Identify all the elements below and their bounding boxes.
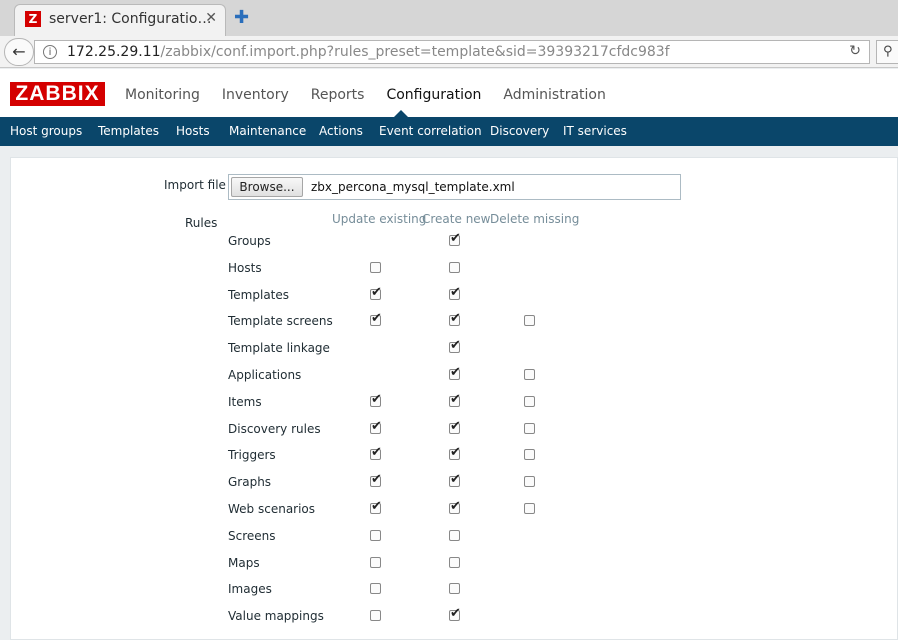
- browser-tab-strip: Z server1: Configuratio… ✕ ✚: [0, 0, 898, 36]
- rule-delete-checkbox[interactable]: [524, 369, 535, 380]
- submenu-templates[interactable]: Templates: [98, 124, 159, 138]
- browse-button[interactable]: Browse...: [231, 177, 303, 197]
- rule-label: Items: [228, 395, 262, 409]
- rule-delete-checkbox[interactable]: [524, 423, 535, 434]
- search-icon[interactable]: ⚲: [876, 40, 898, 64]
- rule-label: Images: [228, 582, 272, 596]
- rule-update-checkbox[interactable]: [370, 419, 382, 434]
- rule-update-checkbox[interactable]: [370, 262, 381, 273]
- rule-label: Maps: [228, 556, 260, 570]
- menu-administration[interactable]: Administration: [503, 87, 605, 103]
- menu-monitoring[interactable]: Monitoring: [125, 87, 200, 103]
- rule-update-checkbox[interactable]: [370, 583, 381, 594]
- submenu-event-correlation[interactable]: Event correlation: [379, 124, 482, 138]
- column-update-existing: Update existing: [332, 212, 427, 226]
- rule-label: Screens: [228, 529, 276, 543]
- rule-update-checkbox[interactable]: [370, 557, 381, 568]
- rule-create-checkbox[interactable]: [449, 472, 461, 487]
- rule-update-checkbox[interactable]: [370, 392, 382, 407]
- rule-create-checkbox[interactable]: [449, 392, 461, 407]
- rule-update-checkbox[interactable]: [370, 499, 382, 514]
- url-bar[interactable]: i 172.25.29.11/zabbix/conf.import.php?ru…: [34, 40, 870, 64]
- rule-create-checkbox[interactable]: [449, 231, 461, 246]
- rule-update-checkbox[interactable]: [370, 285, 382, 300]
- rule-label: Value mappings: [228, 609, 324, 623]
- import-file-label: Import file: [164, 178, 226, 192]
- rule-create-checkbox[interactable]: [449, 262, 460, 273]
- rule-label: Triggers: [228, 448, 276, 462]
- rule-delete-checkbox[interactable]: [524, 315, 535, 326]
- import-file-field[interactable]: Browse... zbx_percona_mysql_template.xml: [228, 174, 681, 200]
- rule-update-checkbox[interactable]: [370, 472, 382, 487]
- new-tab-icon[interactable]: ✚: [234, 7, 249, 28]
- rule-update-checkbox[interactable]: [370, 445, 382, 460]
- rule-label: Templates: [228, 288, 290, 302]
- rule-create-checkbox[interactable]: [449, 445, 461, 460]
- rule-create-checkbox[interactable]: [449, 338, 461, 353]
- submenu-it-services[interactable]: IT services: [563, 124, 627, 138]
- rule-delete-checkbox[interactable]: [524, 449, 535, 460]
- rule-delete-checkbox[interactable]: [524, 396, 535, 407]
- info-icon[interactable]: i: [43, 45, 57, 59]
- column-create-new: Create new: [422, 212, 491, 226]
- rule-create-checkbox[interactable]: [449, 285, 461, 300]
- rule-label: Template linkage: [228, 341, 330, 355]
- rule-update-checkbox[interactable]: [370, 610, 381, 621]
- file-name: zbx_percona_mysql_template.xml: [311, 180, 515, 194]
- rule-create-checkbox[interactable]: [449, 365, 461, 380]
- rule-label: Discovery rules: [228, 422, 321, 436]
- browser-tab[interactable]: Z server1: Configuratio… ✕: [14, 4, 226, 36]
- tab-title: server1: Configuratio…: [49, 11, 212, 27]
- submenu-actions[interactable]: Actions: [319, 124, 363, 138]
- submenu: Host groups Templates Hosts Maintenance …: [0, 117, 898, 146]
- active-menu-caret-icon: [394, 110, 408, 117]
- rule-create-checkbox[interactable]: [449, 530, 460, 541]
- rule-create-checkbox[interactable]: [449, 583, 460, 594]
- rule-label: Web scenarios: [228, 502, 316, 516]
- submenu-host-groups[interactable]: Host groups: [10, 124, 82, 138]
- rule-label: Groups: [228, 234, 271, 248]
- rule-update-checkbox[interactable]: [370, 530, 381, 541]
- reload-icon[interactable]: ↻: [849, 43, 861, 59]
- menu-reports[interactable]: Reports: [311, 87, 365, 103]
- submenu-hosts[interactable]: Hosts: [176, 124, 210, 138]
- submenu-maintenance[interactable]: Maintenance: [229, 124, 306, 138]
- rule-create-checkbox[interactable]: [449, 557, 460, 568]
- rule-update-checkbox[interactable]: [370, 311, 382, 326]
- rule-create-checkbox[interactable]: [449, 419, 461, 434]
- url-text: 172.25.29.11/zabbix/conf.import.php?rule…: [67, 44, 670, 60]
- zabbix-header: ZABBIX Monitoring Inventory Reports Conf…: [0, 69, 898, 117]
- zabbix-favicon-icon: Z: [25, 11, 41, 27]
- rule-label: Graphs: [228, 475, 272, 489]
- rule-label: Applications: [228, 368, 302, 382]
- menu-configuration[interactable]: Configuration: [386, 87, 481, 103]
- close-tab-icon[interactable]: ✕: [205, 10, 217, 26]
- rule-delete-checkbox[interactable]: [524, 476, 535, 487]
- submenu-discovery[interactable]: Discovery: [490, 124, 549, 138]
- rule-label: Template screens: [228, 314, 333, 328]
- rule-create-checkbox[interactable]: [449, 311, 461, 326]
- rule-create-checkbox[interactable]: [449, 606, 461, 621]
- column-delete-missing: Delete missing: [490, 212, 580, 226]
- rule-label: Hosts: [228, 261, 262, 275]
- rules-label: Rules: [185, 216, 218, 230]
- menu-inventory[interactable]: Inventory: [222, 87, 289, 103]
- browser-navbar: ← i 172.25.29.11/zabbix/conf.import.php?…: [0, 36, 898, 68]
- back-arrow-icon[interactable]: ←: [4, 38, 34, 66]
- rule-delete-checkbox[interactable]: [524, 503, 535, 514]
- rule-create-checkbox[interactable]: [449, 499, 461, 514]
- main-menu: Monitoring Inventory Reports Configurati…: [125, 87, 628, 103]
- zabbix-logo[interactable]: ZABBIX: [10, 82, 105, 106]
